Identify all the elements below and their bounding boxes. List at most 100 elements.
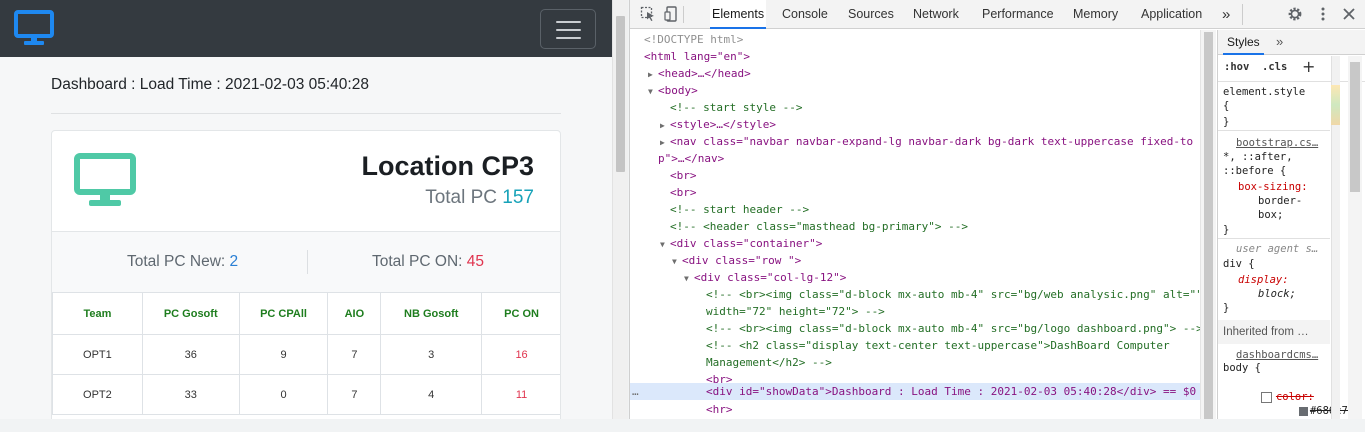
tab-performance[interactable]: Performance: [982, 0, 1054, 29]
dom-node-text: <head>…</head>: [658, 67, 751, 80]
page-scrollbar-thumb[interactable]: [616, 16, 625, 172]
tab-sources[interactable]: Sources: [848, 0, 894, 29]
close-icon[interactable]: [1341, 6, 1357, 22]
dom-node-text: <div class="container">: [670, 237, 823, 250]
total-pc-on-value: 45: [466, 253, 485, 270]
dom-line[interactable]: <!-- <br><img class="d-block mx-auto mb-…: [706, 320, 1200, 337]
rule-divider: [1218, 130, 1330, 131]
expand-arrow-icon[interactable]: ▶: [660, 134, 670, 151]
tab-styles[interactable]: Styles: [1223, 30, 1264, 55]
bootstrap-css-link[interactable]: bootstrap.cs…: [1236, 136, 1344, 150]
dom-line[interactable]: p">…</nav>: [658, 150, 724, 167]
dom-line[interactable]: ▶ <nav class="navbar navbar-expand-lg nav…: [660, 133, 1193, 150]
column-header: PC ON: [481, 292, 560, 335]
tab-network[interactable]: Network: [913, 0, 959, 29]
ua-selector: div {: [1223, 258, 1255, 270]
location-title: Location CP3: [361, 151, 534, 181]
dom-node-text: <style>…</style>: [670, 118, 776, 131]
bootstrap-selector[interactable]: *, ::after,: [1223, 150, 1331, 164]
tab-elements[interactable]: Elements: [710, 0, 767, 29]
css-property: display:: [1238, 274, 1289, 286]
column-header: AIO: [327, 292, 382, 335]
expand-arrow-icon[interactable]: ▶: [648, 66, 658, 83]
dashboard-css-link[interactable]: dashboardcms…: [1236, 348, 1344, 362]
total-pc-label: Total PC: [425, 187, 498, 208]
styles-tabbar: Styles »: [1218, 30, 1365, 55]
device-toggle-icon[interactable]: [664, 6, 680, 22]
dom-line[interactable]: <br>: [670, 167, 697, 184]
dom-line[interactable]: ▼ <body>: [648, 82, 698, 99]
cls-toggle[interactable]: .cls: [1262, 61, 1287, 73]
total-pc-on-label: Total PC ON:: [372, 253, 463, 270]
dom-line[interactable]: <hr>: [706, 401, 733, 418]
rule-divider: [1218, 238, 1330, 239]
dom-line[interactable]: <!-- <header class="masthead bg-primary"…: [670, 218, 968, 235]
css-property[interactable]: box-sizing:: [1238, 180, 1346, 194]
dom-line[interactable]: ▼ <div class="row ">: [672, 252, 801, 269]
elements-scrollbar-thumb[interactable]: [1204, 32, 1213, 419]
dom-line[interactable]: ▶ <style>…</style>: [660, 116, 776, 133]
tab-memory[interactable]: Memory: [1073, 0, 1118, 29]
styles-pane: Styles » :hov .cls + element.style { } b…: [1217, 30, 1365, 419]
hamburger-icon: [556, 21, 581, 23]
brace: }: [1223, 224, 1230, 236]
table-cell: OPT2: [52, 374, 143, 415]
total-pc-new: Total PC New: 2: [127, 253, 238, 271]
collapse-arrow-icon[interactable]: ▼: [648, 83, 658, 100]
inherited-from-header: Inherited from …: [1218, 320, 1330, 344]
dom-line-selected[interactable]: <div id="showData">Dashboard : Load Time…: [706, 383, 1196, 400]
more-tabs-button[interactable]: »: [1222, 0, 1230, 29]
monitor-icon[interactable]: [14, 10, 54, 46]
dom-node-text: <body>: [658, 84, 698, 97]
more-vert-icon[interactable]: [1315, 6, 1331, 22]
collapse-arrow-icon[interactable]: ▼: [660, 236, 670, 253]
column-header: Team: [52, 292, 143, 335]
expand-arrow-icon[interactable]: ▶: [660, 117, 670, 134]
divider: [51, 113, 561, 114]
brace: }: [1223, 302, 1230, 314]
dom-line[interactable]: ▼ <div class="container">: [660, 235, 822, 252]
dom-line[interactable]: <!-- <br><img class="d-block mx-auto mb-…: [706, 286, 1200, 303]
dom-line[interactable]: <!-- start header -->: [670, 201, 809, 218]
total-pc-on: Total PC ON: 45: [372, 253, 484, 271]
color-swatch[interactable]: [1298, 406, 1308, 416]
dom-line[interactable]: <!-- <h2 class="display text-center text…: [706, 337, 1170, 354]
column-header: NB Gosoft: [380, 292, 483, 335]
hamburger-menu-button[interactable]: [540, 9, 596, 49]
table-cell: 33: [141, 374, 240, 415]
page-scrollbar[interactable]: [612, 0, 628, 419]
hov-toggle[interactable]: :hov: [1224, 61, 1249, 73]
styles-scrollbar[interactable]: [1348, 56, 1362, 419]
dom-line[interactable]: ▼ <div class="col-lg-12">: [684, 269, 846, 286]
column-header: PC CPAll: [238, 292, 329, 335]
styles-scrollbar-thumb[interactable]: [1350, 62, 1360, 192]
table-header-row: Team PC Gosoft PC CPAll AIO NB Gosoft PC…: [52, 292, 560, 335]
elements-scrollbar[interactable]: [1200, 30, 1216, 419]
bootstrap-selector[interactable]: ::before {: [1223, 164, 1331, 178]
elements-tree[interactable]: … <!DOCTYPE html> <html lang="en"> ▶ <hea…: [630, 30, 1200, 419]
dom-line[interactable]: <!DOCTYPE html>: [644, 31, 743, 48]
more-panes-button[interactable]: »: [1276, 34, 1283, 49]
collapse-arrow-icon[interactable]: ▼: [684, 270, 694, 287]
dom-line[interactable]: ▶ <head>…</head>: [648, 65, 751, 82]
dom-line[interactable]: <br>: [670, 184, 697, 201]
dom-line[interactable]: <html lang="en">: [644, 48, 750, 65]
table-cell: 0: [238, 374, 329, 415]
dom-node-text: <div class="col-lg-12">: [694, 271, 847, 284]
dom-line[interactable]: <!-- start style -->: [670, 99, 802, 116]
inspect-icon[interactable]: [640, 6, 656, 22]
settings-icon[interactable]: [1287, 6, 1303, 22]
dom-line[interactable]: width="72" height="72"> -->: [706, 303, 885, 320]
new-rule-button[interactable]: +: [1302, 57, 1315, 76]
user-agent-label: user agent s…: [1236, 243, 1319, 255]
collapse-arrow-icon[interactable]: ▼: [672, 253, 682, 270]
tab-application[interactable]: Application: [1141, 0, 1202, 29]
body-selector[interactable]: body {: [1223, 361, 1331, 375]
total-pc-new-value: 2: [229, 253, 239, 270]
tab-console[interactable]: Console: [782, 0, 828, 29]
element-style-selector[interactable]: element.style: [1223, 85, 1331, 99]
styles-filter-bar: :hov .cls +: [1218, 56, 1365, 82]
dom-line[interactable]: Management</h2> -->: [706, 354, 832, 371]
toolbar-separator: [1242, 4, 1243, 25]
stats-row: Total PC New: 2 Total PC ON: 45: [52, 232, 560, 292]
